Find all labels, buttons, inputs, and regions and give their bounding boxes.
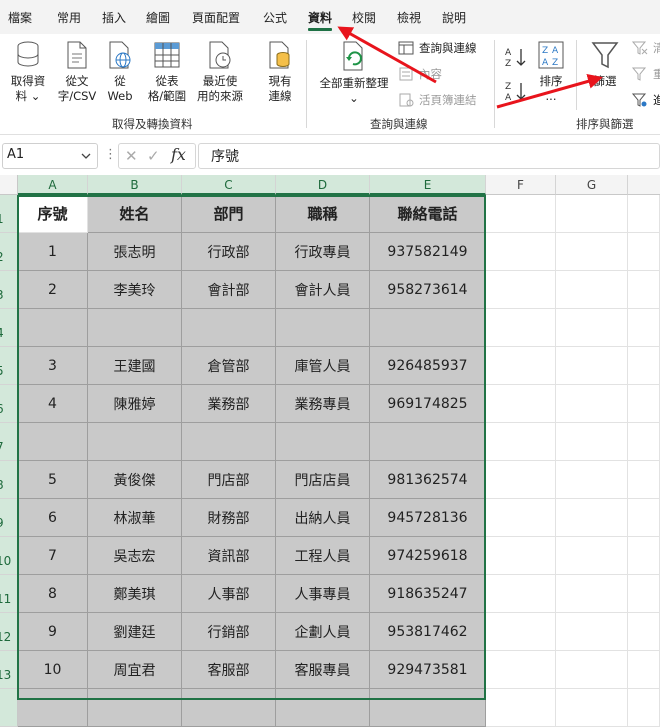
arrow-to-data-tab (337, 26, 437, 84)
arrow-to-filter-button (496, 74, 603, 109)
annotation-arrows (337, 26, 603, 109)
